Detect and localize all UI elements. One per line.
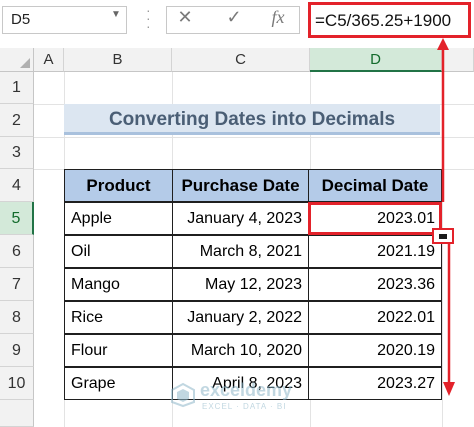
annotation-arrows <box>437 38 455 396</box>
watermark-logo: exceldemy EXCEL · DATA · BI <box>170 378 320 418</box>
arrow-head-up <box>437 38 449 50</box>
watermark-name: exceldemy <box>200 380 293 400</box>
watermark-tagline: EXCEL · DATA · BI <box>202 402 287 411</box>
arrow-head-down <box>443 382 455 396</box>
exceldemy-logo-icon <box>171 382 195 408</box>
